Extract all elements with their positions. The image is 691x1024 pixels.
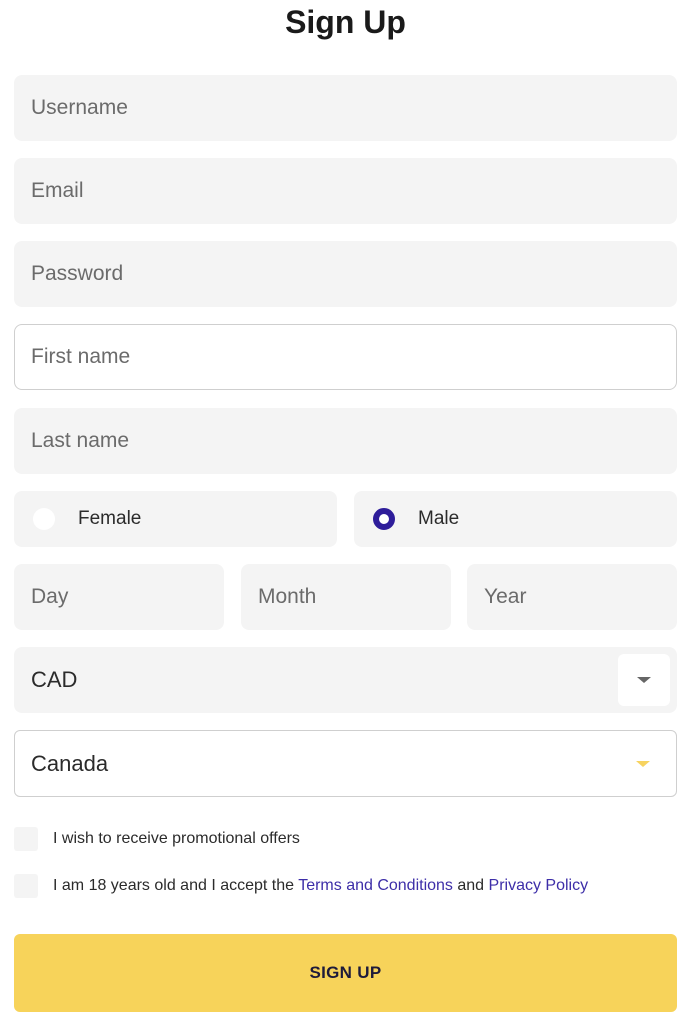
caret-down-icon xyxy=(636,761,650,767)
radio-unchecked-icon[interactable] xyxy=(33,508,55,530)
radio-checked-icon[interactable] xyxy=(373,508,395,530)
password-placeholder: Password xyxy=(31,262,124,285)
last-name-placeholder: Last name xyxy=(31,429,130,452)
first-name-placeholder: First name xyxy=(31,345,131,368)
currency-select[interactable]: CAD xyxy=(14,647,677,713)
privacy-policy-link[interactable]: Privacy Policy xyxy=(489,877,589,894)
promo-offers-checkbox[interactable] xyxy=(14,827,38,851)
currency-dropdown-button[interactable] xyxy=(618,654,670,706)
first-name-input[interactable]: First name xyxy=(14,324,677,390)
birth-day-input[interactable]: Day xyxy=(14,564,224,630)
birth-year-placeholder: Year xyxy=(484,585,527,608)
terms-and-conditions-link[interactable]: Terms and Conditions xyxy=(298,877,453,894)
caret-down-icon xyxy=(637,677,651,683)
birth-day-placeholder: Day xyxy=(31,585,69,608)
gender-male-label: Male xyxy=(418,508,460,529)
username-input[interactable]: Username xyxy=(14,75,677,141)
last-name-input[interactable]: Last name xyxy=(14,408,677,474)
gender-female-option[interactable]: Female xyxy=(14,491,337,547)
password-input[interactable]: Password xyxy=(14,241,677,307)
terms-row: I am 18 years old and I accept the Terms… xyxy=(14,874,588,898)
country-select[interactable]: Canada xyxy=(14,730,677,797)
birth-month-placeholder: Month xyxy=(258,585,317,608)
terms-prefix: I am 18 years old and I accept the xyxy=(53,877,299,894)
sign-up-button[interactable]: SIGN UP xyxy=(14,934,677,1012)
birth-year-input[interactable]: Year xyxy=(467,564,677,630)
birth-month-input[interactable]: Month xyxy=(241,564,451,630)
gender-female-label: Female xyxy=(78,508,142,529)
country-value: Canada xyxy=(31,750,109,776)
email-input[interactable]: Email xyxy=(14,158,677,224)
terms-checkbox[interactable] xyxy=(14,874,38,898)
username-placeholder: Username xyxy=(31,96,128,119)
promo-offers-row: I wish to receive promotional offers xyxy=(14,827,300,851)
terms-label: I am 18 years old and I accept the Terms… xyxy=(53,877,588,895)
terms-middle: and xyxy=(452,877,489,894)
email-placeholder: Email xyxy=(31,179,84,202)
promo-offers-label: I wish to receive promotional offers xyxy=(53,830,300,847)
currency-value: CAD xyxy=(31,667,78,692)
gender-male-option[interactable]: Male xyxy=(354,491,677,547)
page-title: Sign Up xyxy=(285,4,406,40)
